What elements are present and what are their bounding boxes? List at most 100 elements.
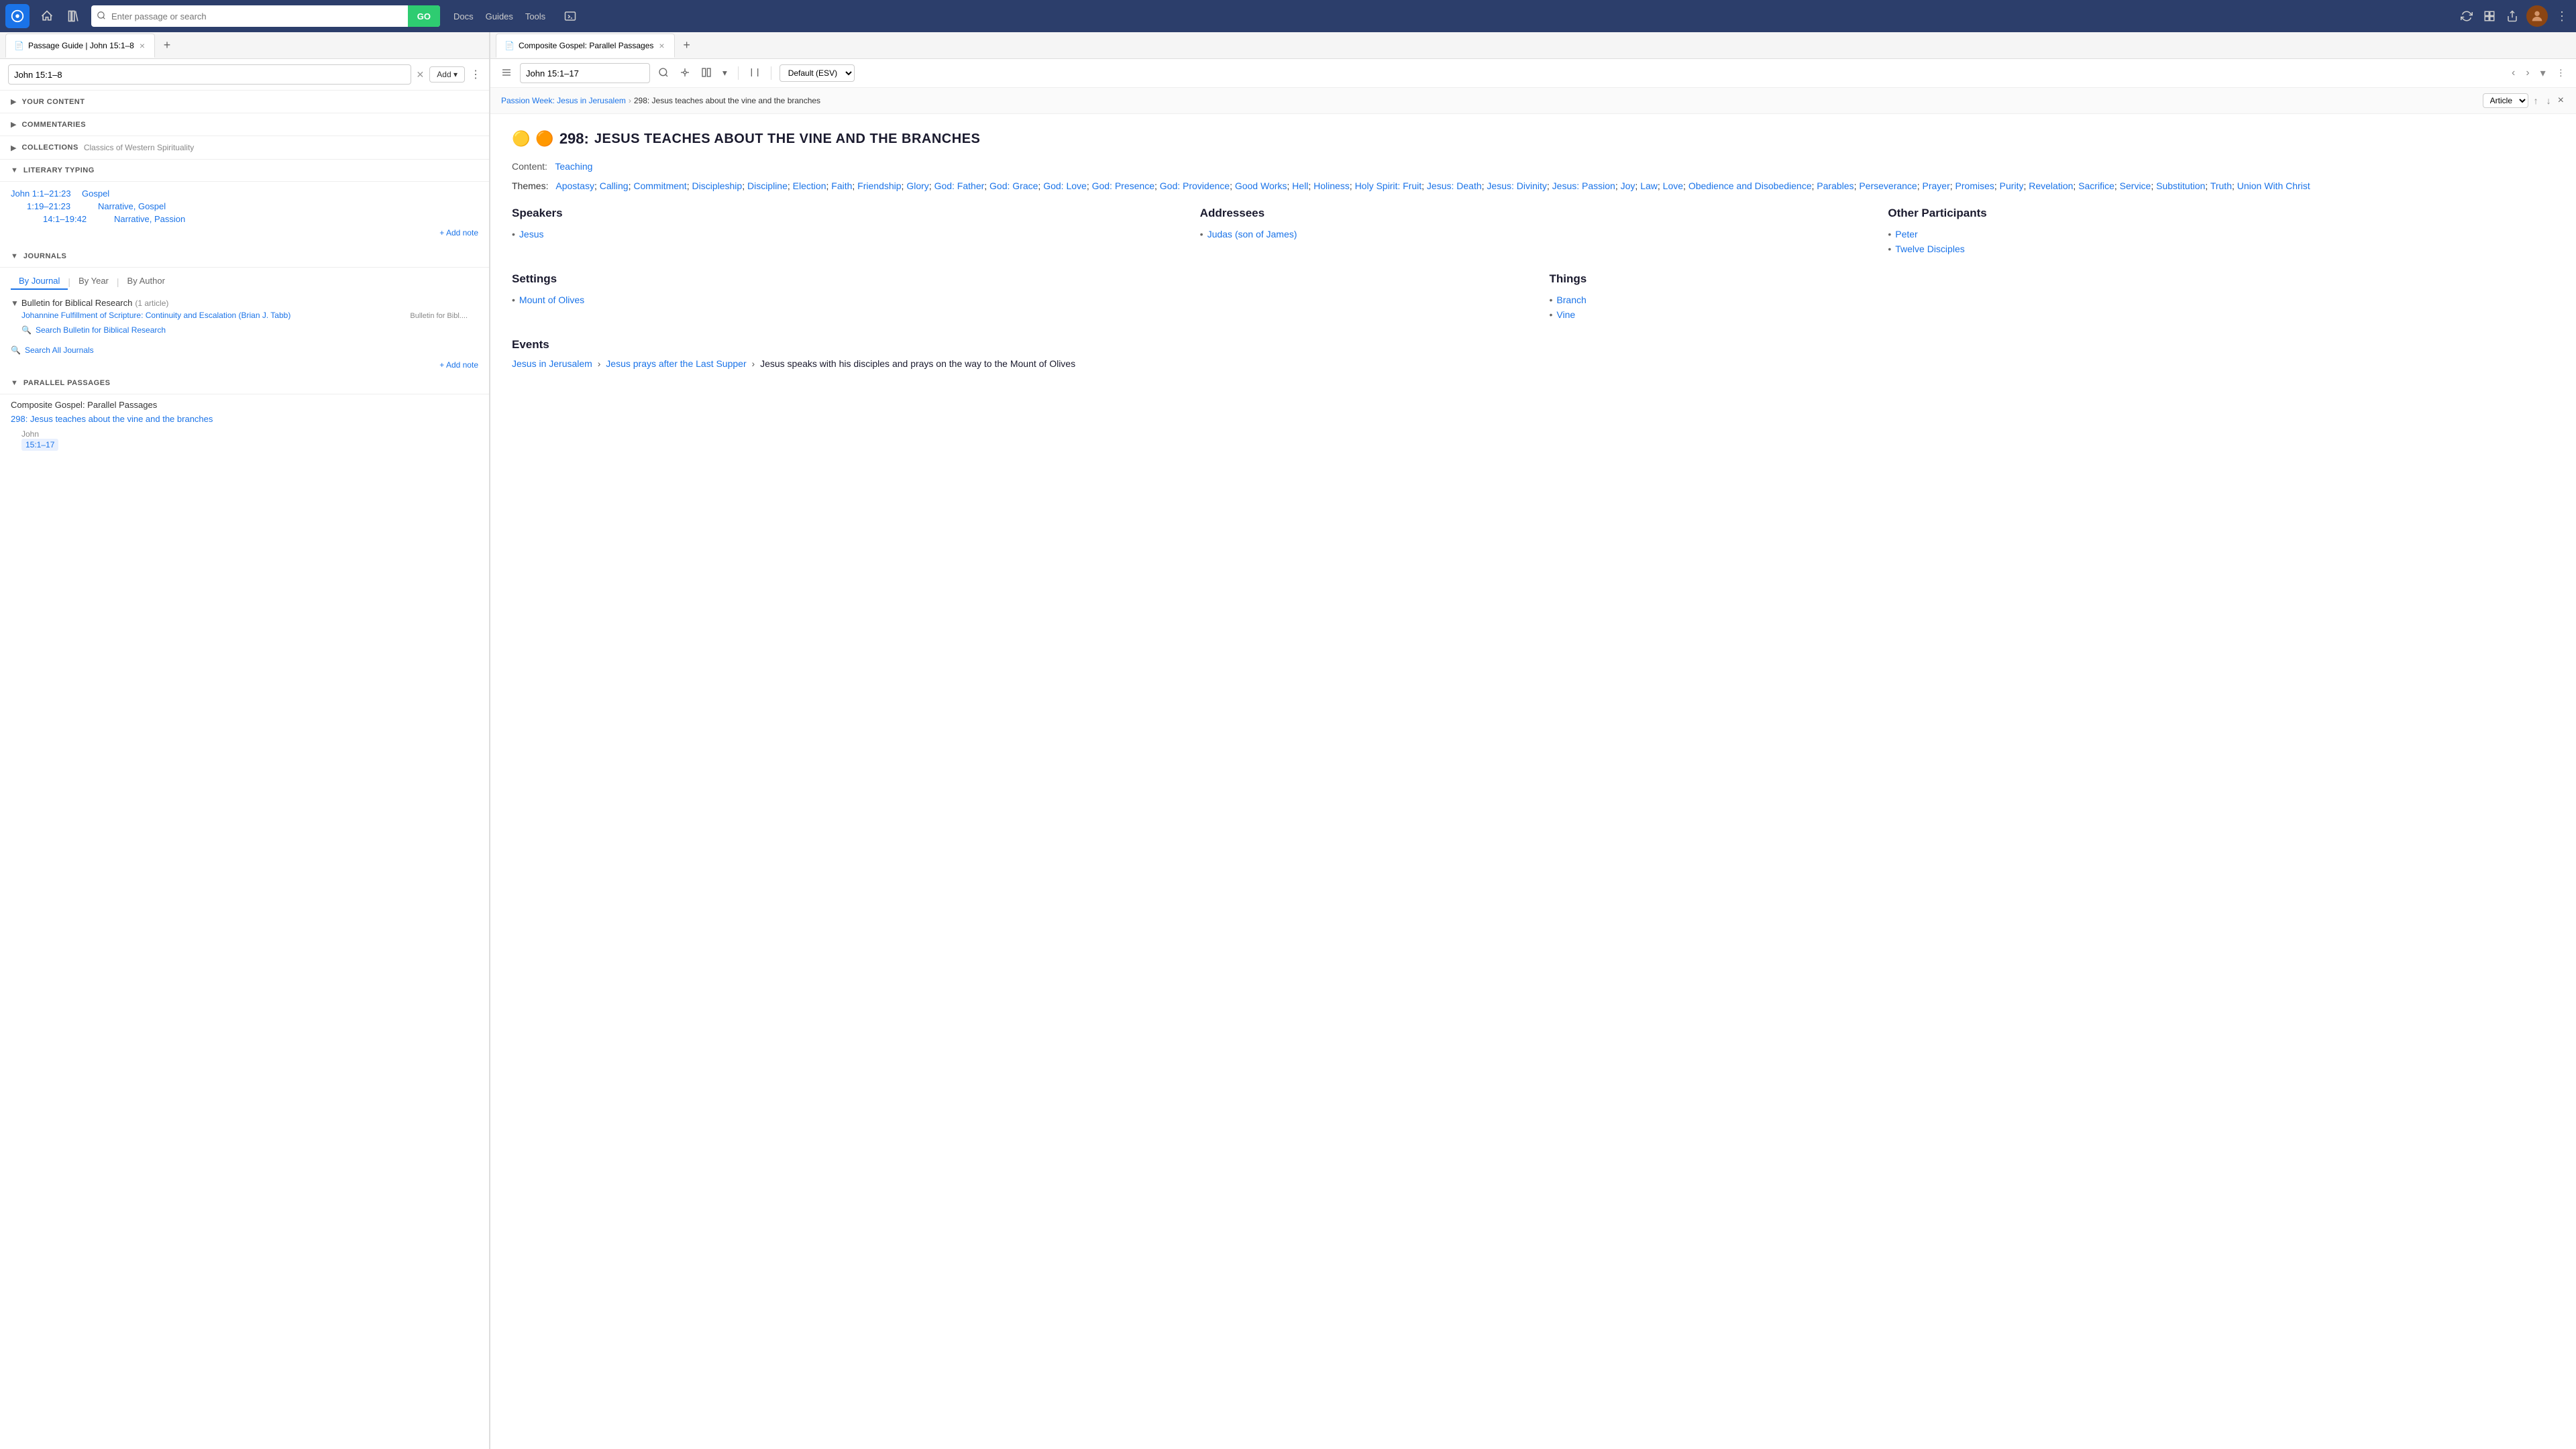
theme-link-7[interactable]: Friendship — [857, 180, 901, 191]
right-menu-button[interactable] — [498, 64, 515, 83]
go-button[interactable]: GO — [408, 5, 440, 27]
theme-link-3[interactable]: Discipleship — [692, 180, 742, 191]
journal-collapse-button[interactable]: ▼ — [11, 299, 19, 308]
theme-link-13[interactable]: God: Providence — [1160, 180, 1230, 191]
right-nav-forward[interactable]: › — [2523, 64, 2532, 82]
speaker-jesus-link[interactable]: Jesus — [519, 229, 544, 239]
lt-ref-2[interactable]: 1:19–21:23 — [27, 201, 87, 211]
right-parallel-button[interactable] — [747, 64, 763, 83]
theme-link-6[interactable]: Faith — [831, 180, 852, 191]
theme-link-27[interactable]: Prayer — [1923, 180, 1950, 191]
theme-link-23[interactable]: Love — [1663, 180, 1683, 191]
theme-link-33[interactable]: Substitution — [2156, 180, 2205, 191]
breadcrumb-down-button[interactable]: ↓ — [2544, 94, 2554, 107]
search-all-journals-row[interactable]: 🔍 Search All Journals — [0, 343, 489, 358]
theme-link-11[interactable]: God: Love — [1043, 180, 1087, 191]
your-content-section[interactable]: ▶ YOUR CONTENT — [0, 91, 489, 113]
theme-link-2[interactable]: Commitment — [633, 180, 686, 191]
theme-link-34[interactable]: Truth — [2210, 180, 2232, 191]
theme-link-5[interactable]: Election — [793, 180, 826, 191]
theme-link-12[interactable]: God: Presence — [1092, 180, 1155, 191]
literary-typing-add-note[interactable]: + Add note — [11, 225, 478, 240]
theme-link-25[interactable]: Parables — [1817, 180, 1854, 191]
right-tab-close-button[interactable]: × — [657, 40, 665, 51]
theme-link-20[interactable]: Jesus: Passion — [1552, 180, 1615, 191]
lt-ref-3[interactable]: 14:1–19:42 — [43, 214, 103, 224]
theme-link-10[interactable]: God: Grace — [989, 180, 1038, 191]
by-journal-tab[interactable]: By Journal — [11, 273, 68, 290]
theme-link-17[interactable]: Holy Spirit: Fruit — [1355, 180, 1422, 191]
parallel-passage-link[interactable]: 298: Jesus teaches about the vine and th… — [11, 414, 478, 424]
commentaries-section[interactable]: ▶ COMMENTARIES — [0, 113, 489, 136]
content-value-link[interactable]: Teaching — [555, 161, 592, 172]
theme-link-26[interactable]: Perseverance — [1859, 180, 1917, 191]
theme-link-31[interactable]: Sacrifice — [2078, 180, 2114, 191]
right-columns-button[interactable] — [698, 64, 714, 83]
literary-typing-header[interactable]: ▼ LITERARY TYPING — [0, 160, 489, 182]
thing-vine-link[interactable]: Vine — [1556, 309, 1575, 320]
passage-more-button[interactable]: ⋮ — [470, 68, 481, 81]
right-columns-dropdown[interactable]: ▾ — [720, 65, 730, 81]
theme-link-29[interactable]: Purity — [2000, 180, 2024, 191]
breadcrumb-part1[interactable]: Passion Week: Jesus in Jerusalem — [501, 96, 626, 105]
version-select[interactable]: Default (ESV) — [780, 64, 855, 82]
theme-link-21[interactable]: Joy — [1621, 180, 1635, 191]
library-button[interactable] — [62, 5, 86, 27]
theme-link-4[interactable]: Discipline — [747, 180, 788, 191]
journals-add-note[interactable]: + Add note — [0, 358, 489, 372]
right-search-button[interactable] — [655, 64, 672, 83]
breadcrumb-close-button[interactable]: × — [2557, 93, 2565, 108]
by-year-tab[interactable]: By Year — [70, 273, 117, 290]
theme-link-35[interactable]: Union With Christ — [2237, 180, 2310, 191]
lt-type-2[interactable]: Narrative, Gospel — [98, 201, 166, 211]
right-network-button[interactable] — [677, 64, 693, 83]
addressee-judas-link[interactable]: Judas (son of James) — [1208, 229, 1297, 239]
right-more-button[interactable]: ⋮ — [2554, 65, 2568, 81]
participant-twelve-link[interactable]: Twelve Disciples — [1895, 244, 1964, 254]
passage-input[interactable] — [8, 64, 411, 85]
terminal-button[interactable] — [559, 6, 582, 26]
theme-link-32[interactable]: Service — [2120, 180, 2151, 191]
theme-link-28[interactable]: Promises — [1955, 180, 1994, 191]
home-button[interactable] — [35, 5, 59, 27]
breadcrumb-up-button[interactable]: ↑ — [2531, 94, 2541, 107]
add-passage-button[interactable]: Add ▾ — [429, 66, 465, 83]
journals-header[interactable]: ▼ JOURNALS — [0, 246, 489, 268]
participant-peter-link[interactable]: Peter — [1895, 229, 1917, 239]
tools-link[interactable]: Tools — [520, 11, 551, 21]
events-path2-link[interactable]: Jesus prays after the Last Supper — [606, 358, 746, 369]
article-type-select[interactable]: Article — [2483, 93, 2528, 108]
right-add-tab-button[interactable]: + — [678, 36, 696, 55]
parallel-passages-header[interactable]: ▼ PARALLEL PASSAGES — [0, 372, 489, 394]
right-nav-down[interactable]: ▾ — [2538, 64, 2548, 83]
passage-guide-tab[interactable]: 📄 Passage Guide | John 15:1–8 × — [5, 34, 155, 58]
setting-mount-olives-link[interactable]: Mount of Olives — [519, 294, 584, 305]
tab-close-button[interactable]: × — [138, 40, 146, 51]
theme-link-1[interactable]: Calling — [600, 180, 629, 191]
lt-type-1[interactable]: Gospel — [82, 189, 109, 199]
lt-type-3[interactable]: Narrative, Passion — [114, 214, 185, 224]
by-author-tab[interactable]: By Author — [119, 273, 173, 290]
theme-link-22[interactable]: Law — [1640, 180, 1658, 191]
app-logo[interactable] — [5, 4, 30, 28]
collections-section[interactable]: ▶ COLLECTIONS Classics of Western Spirit… — [0, 136, 489, 160]
clear-passage-button[interactable]: ✕ — [417, 69, 425, 80]
events-path1-link[interactable]: Jesus in Jerusalem — [512, 358, 592, 369]
add-tab-button[interactable]: + — [158, 36, 176, 55]
theme-link-18[interactable]: Jesus: Death — [1427, 180, 1482, 191]
theme-link-14[interactable]: Good Works — [1235, 180, 1287, 191]
parallel-verse-link[interactable]: 15:1–17 — [21, 439, 58, 451]
journal-name-row[interactable]: ▼ Bulletin for Biblical Research (1 arti… — [11, 298, 478, 308]
docs-link[interactable]: Docs — [448, 11, 479, 21]
refresh-button[interactable] — [2458, 7, 2475, 25]
right-nav-back[interactable]: ‹ — [2509, 64, 2518, 82]
theme-link-15[interactable]: Hell — [1292, 180, 1308, 191]
theme-link-19[interactable]: Jesus: Divinity — [1487, 180, 1546, 191]
layout-button[interactable] — [2481, 7, 2498, 25]
theme-link-24[interactable]: Obedience and Disobedience — [1688, 180, 1812, 191]
theme-link-9[interactable]: God: Father — [934, 180, 985, 191]
guides-link[interactable]: Guides — [480, 11, 519, 21]
theme-link-16[interactable]: Holiness — [1313, 180, 1350, 191]
search-bulletin-row[interactable]: 🔍 Search Bulletin for Biblical Research — [11, 323, 478, 337]
theme-link-8[interactable]: Glory — [906, 180, 928, 191]
